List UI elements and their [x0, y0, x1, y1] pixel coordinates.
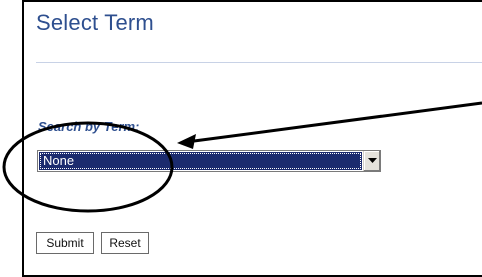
chevron-down-icon — [367, 158, 377, 163]
page-title: Select Term — [36, 10, 154, 35]
term-select[interactable]: None — [37, 150, 381, 172]
submit-button[interactable]: Submit — [36, 232, 94, 254]
reset-button[interactable]: Reset — [101, 232, 149, 254]
search-by-term-label: Search by Term: — [38, 119, 140, 134]
dropdown-arrow-button[interactable] — [363, 151, 380, 171]
term-select-value: None — [39, 152, 362, 170]
title-divider — [36, 62, 482, 63]
